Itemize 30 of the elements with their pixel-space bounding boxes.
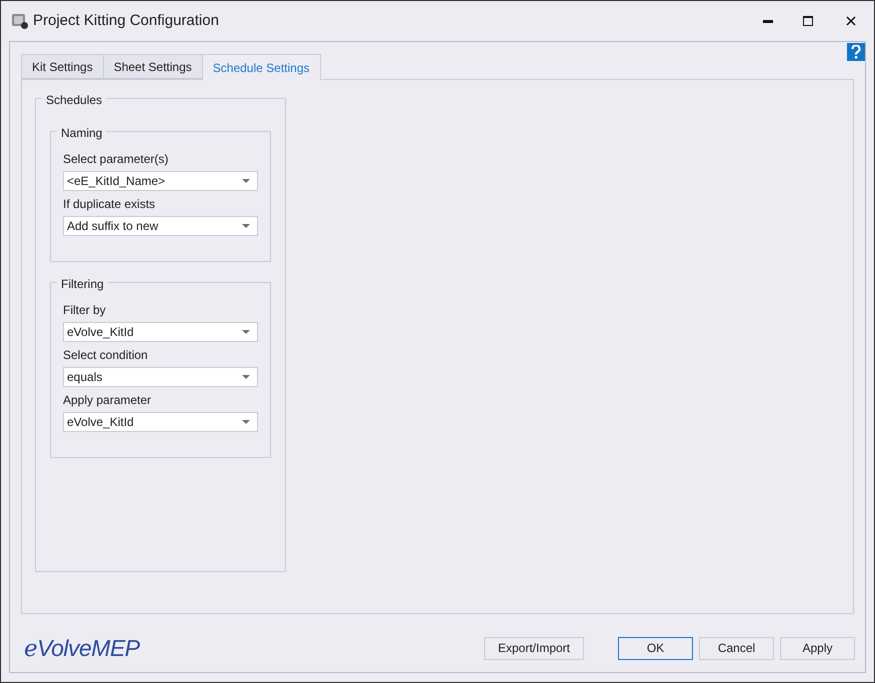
field-label: Filter by [63, 302, 107, 319]
dropdown[interactable]: Add suffix to new [63, 216, 258, 236]
logo: eVolveMEP [24, 634, 140, 664]
app-icon [11, 12, 29, 30]
dropdown[interactable]: <eE_KitId_Name> [63, 171, 258, 191]
dropdown-caret-icon [242, 375, 250, 379]
field-label: Select condition [63, 347, 149, 364]
field-label: Select parameter(s) [63, 151, 170, 168]
field-label: If duplicate exists [63, 196, 156, 213]
tab[interactable]: Kit Settings [21, 54, 103, 79]
dropdown[interactable]: eVolve_KitId [63, 322, 258, 342]
dropdown-caret-icon [242, 224, 250, 228]
field-label: Apply parameter [63, 392, 152, 409]
help-icon [851, 45, 861, 59]
dialog-button[interactable]: OK [618, 636, 693, 660]
dropdown[interactable]: eVolve_KitId [63, 412, 258, 432]
dropdown[interactable]: equals [63, 367, 258, 387]
dropdown-caret-icon [242, 420, 250, 424]
window-title: Project Kitting Configuration [33, 10, 219, 31]
maximize-icon [803, 16, 813, 26]
tab[interactable]: Sheet Settings [102, 54, 202, 79]
dialog-button[interactable]: Apply [780, 636, 855, 660]
help-button[interactable] [847, 43, 865, 61]
dialog-button[interactable]: Export/Import [484, 636, 584, 660]
tab[interactable]: Schedule Settings [202, 54, 320, 80]
minimize-icon [763, 20, 773, 22]
dropdown-caret-icon [242, 179, 250, 183]
dropdown-caret-icon [242, 330, 250, 334]
close-icon [846, 16, 856, 26]
dialog-button[interactable]: Cancel [699, 636, 774, 660]
